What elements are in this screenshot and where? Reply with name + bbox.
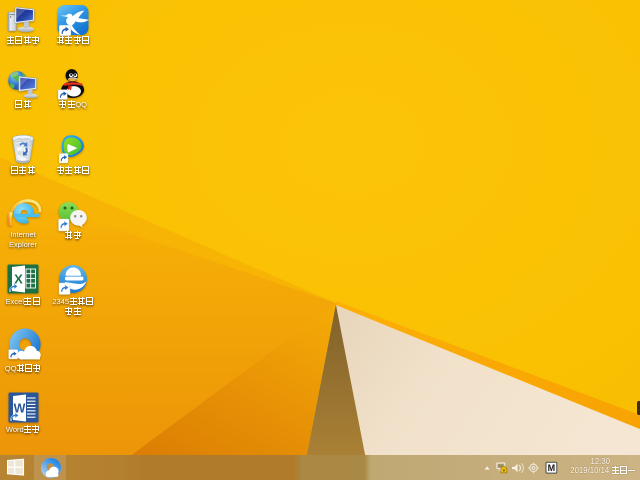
svg-text:X: X xyxy=(14,272,23,287)
svg-text:M: M xyxy=(548,463,556,473)
